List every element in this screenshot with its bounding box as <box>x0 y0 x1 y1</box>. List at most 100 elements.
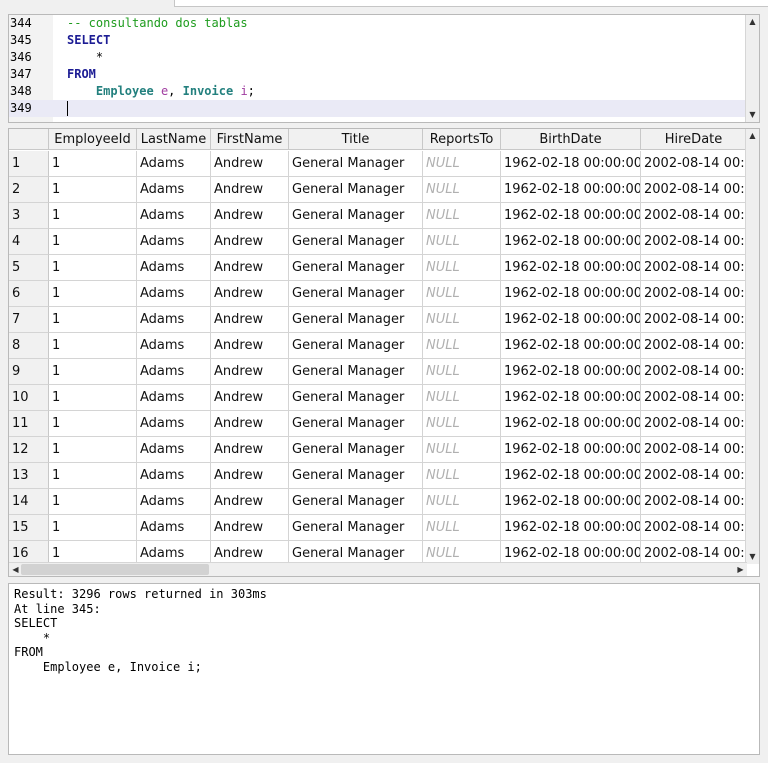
table-cell[interactable]: General Manager <box>289 203 423 229</box>
table-cell[interactable]: General Manager <box>289 255 423 281</box>
table-cell[interactable]: Andrew <box>211 437 289 463</box>
code-text[interactable]: SELECT <box>67 32 110 49</box>
table-cell[interactable]: 1962-02-18 00:00:00 <box>501 437 641 463</box>
table-cell[interactable]: Andrew <box>211 359 289 385</box>
table-cell[interactable]: 1962-02-18 00:00:00 <box>501 359 641 385</box>
table-cell[interactable]: 1 <box>49 463 137 489</box>
table-cell[interactable]: NULL <box>423 177 501 203</box>
horizontal-scroll-thumb[interactable] <box>21 564 209 575</box>
table-cell[interactable]: Andrew <box>211 177 289 203</box>
editor-line[interactable]: 349 <box>9 100 747 117</box>
table-row[interactable]: 8 1 Adams Andrew General Manager NULL 1962-02-… <box>9 333 747 359</box>
row-number[interactable]: 15 <box>9 515 49 541</box>
table-row[interactable]: 14 1 Adams Andrew General Manager NULL 1962-02… <box>9 489 747 515</box>
table-cell[interactable]: 1962-02-18 00:00:00 <box>501 489 641 515</box>
table-cell[interactable]: NULL <box>423 463 501 489</box>
table-cell[interactable]: Andrew <box>211 229 289 255</box>
table-cell[interactable]: 2002-08-14 00:00:00 <box>641 281 747 307</box>
table-cell[interactable]: 1 <box>49 229 137 255</box>
table-cell[interactable]: 1 <box>49 333 137 359</box>
table-cell[interactable]: Adams <box>137 515 211 541</box>
table-cell[interactable]: General Manager <box>289 307 423 333</box>
table-cell[interactable]: 1 <box>49 203 137 229</box>
table-cell[interactable]: Andrew <box>211 255 289 281</box>
table-cell[interactable]: General Manager <box>289 151 423 177</box>
table-cell[interactable]: Andrew <box>211 151 289 177</box>
table-row[interactable]: 5 1 Adams Andrew General Manager NULL 1962-02-… <box>9 255 747 281</box>
table-cell[interactable]: 2002-08-14 00:00:00 <box>641 359 747 385</box>
table-row[interactable]: 7 1 Adams Andrew General Manager NULL 1962-02-… <box>9 307 747 333</box>
table-cell[interactable]: 2002-08-14 00:00:00 <box>641 437 747 463</box>
table-cell[interactable]: NULL <box>423 255 501 281</box>
row-number[interactable]: 8 <box>9 333 49 359</box>
editor-line[interactable]: 344 -- consultando dos tablas <box>9 15 747 32</box>
table-cell[interactable]: Adams <box>137 151 211 177</box>
table-cell[interactable]: Andrew <box>211 463 289 489</box>
table-cell[interactable]: General Manager <box>289 359 423 385</box>
column-header-hiredate[interactable]: HireDate <box>641 129 747 150</box>
table-cell[interactable]: Andrew <box>211 333 289 359</box>
table-cell[interactable]: 1 <box>49 385 137 411</box>
table-cell[interactable]: 2002-08-14 00:00:00 <box>641 463 747 489</box>
table-cell[interactable]: 1 <box>49 437 137 463</box>
table-cell[interactable]: Adams <box>137 437 211 463</box>
table-cell[interactable]: NULL <box>423 229 501 255</box>
table-cell[interactable]: Adams <box>137 255 211 281</box>
row-number[interactable]: 3 <box>9 203 49 229</box>
table-cell[interactable]: General Manager <box>289 333 423 359</box>
row-number[interactable]: 11 <box>9 411 49 437</box>
scroll-down-arrow-icon[interactable]: ▼ <box>746 108 759 122</box>
table-row[interactable]: 11 1 Adams Andrew General Manager NULL 1962-02… <box>9 411 747 437</box>
row-number[interactable]: 9 <box>9 359 49 385</box>
table-cell[interactable]: Adams <box>137 307 211 333</box>
table-cell[interactable]: Adams <box>137 411 211 437</box>
column-header-birthdate[interactable]: BirthDate <box>501 129 641 150</box>
table-cell[interactable]: Adams <box>137 463 211 489</box>
table-cell[interactable]: Adams <box>137 385 211 411</box>
row-number[interactable]: 2 <box>9 177 49 203</box>
table-cell[interactable]: General Manager <box>289 411 423 437</box>
code-text[interactable]: -- consultando dos tablas <box>67 15 248 32</box>
table-cell[interactable]: 1 <box>49 255 137 281</box>
table-cell[interactable]: General Manager <box>289 177 423 203</box>
table-row[interactable]: 12 1 Adams Andrew General Manager NULL 1962-02… <box>9 437 747 463</box>
table-cell[interactable]: Adams <box>137 177 211 203</box>
row-number[interactable]: 4 <box>9 229 49 255</box>
column-header-lastname[interactable]: LastName <box>137 129 211 150</box>
grid-horizontal-scrollbar[interactable]: ◀ ▶ <box>9 562 747 576</box>
table-cell[interactable]: 1962-02-18 00:00:00 <box>501 177 641 203</box>
row-number[interactable]: 1 <box>9 151 49 177</box>
scroll-down-arrow-icon[interactable]: ▼ <box>746 550 759 564</box>
table-cell[interactable]: 2002-08-14 00:00:00 <box>641 203 747 229</box>
table-cell[interactable]: 1 <box>49 281 137 307</box>
code-text[interactable]: FROM <box>67 66 96 83</box>
table-cell[interactable]: Adams <box>137 203 211 229</box>
table-cell[interactable]: Adams <box>137 229 211 255</box>
table-cell[interactable]: Andrew <box>211 411 289 437</box>
table-cell[interactable]: NULL <box>423 359 501 385</box>
table-cell[interactable]: Andrew <box>211 203 289 229</box>
editor-line[interactable]: 346 * <box>9 49 747 66</box>
table-cell[interactable]: General Manager <box>289 229 423 255</box>
table-cell[interactable]: 1 <box>49 359 137 385</box>
table-cell[interactable]: NULL <box>423 437 501 463</box>
table-cell[interactable]: General Manager <box>289 515 423 541</box>
editor-line[interactable]: 345 SELECT <box>9 32 747 49</box>
table-cell[interactable]: 1962-02-18 00:00:00 <box>501 515 641 541</box>
table-cell[interactable]: 1962-02-18 00:00:00 <box>501 203 641 229</box>
table-row[interactable]: 4 1 Adams Andrew General Manager NULL 1962-02-… <box>9 229 747 255</box>
table-cell[interactable]: General Manager <box>289 385 423 411</box>
grid-vertical-scrollbar[interactable]: ▲ ▼ <box>745 129 759 564</box>
row-number[interactable]: 5 <box>9 255 49 281</box>
table-cell[interactable]: 1962-02-18 00:00:00 <box>501 463 641 489</box>
table-cell[interactable]: 1962-02-18 00:00:00 <box>501 229 641 255</box>
table-row[interactable]: 3 1 Adams Andrew General Manager NULL 1962-02-… <box>9 203 747 229</box>
table-cell[interactable]: 1 <box>49 489 137 515</box>
table-cell[interactable]: NULL <box>423 203 501 229</box>
table-cell[interactable]: General Manager <box>289 281 423 307</box>
table-cell[interactable]: Andrew <box>211 281 289 307</box>
table-cell[interactable]: Adams <box>137 281 211 307</box>
table-cell[interactable]: Andrew <box>211 385 289 411</box>
table-cell[interactable]: 2002-08-14 00:00:00 <box>641 515 747 541</box>
table-cell[interactable]: 2002-08-14 00:00:00 <box>641 333 747 359</box>
